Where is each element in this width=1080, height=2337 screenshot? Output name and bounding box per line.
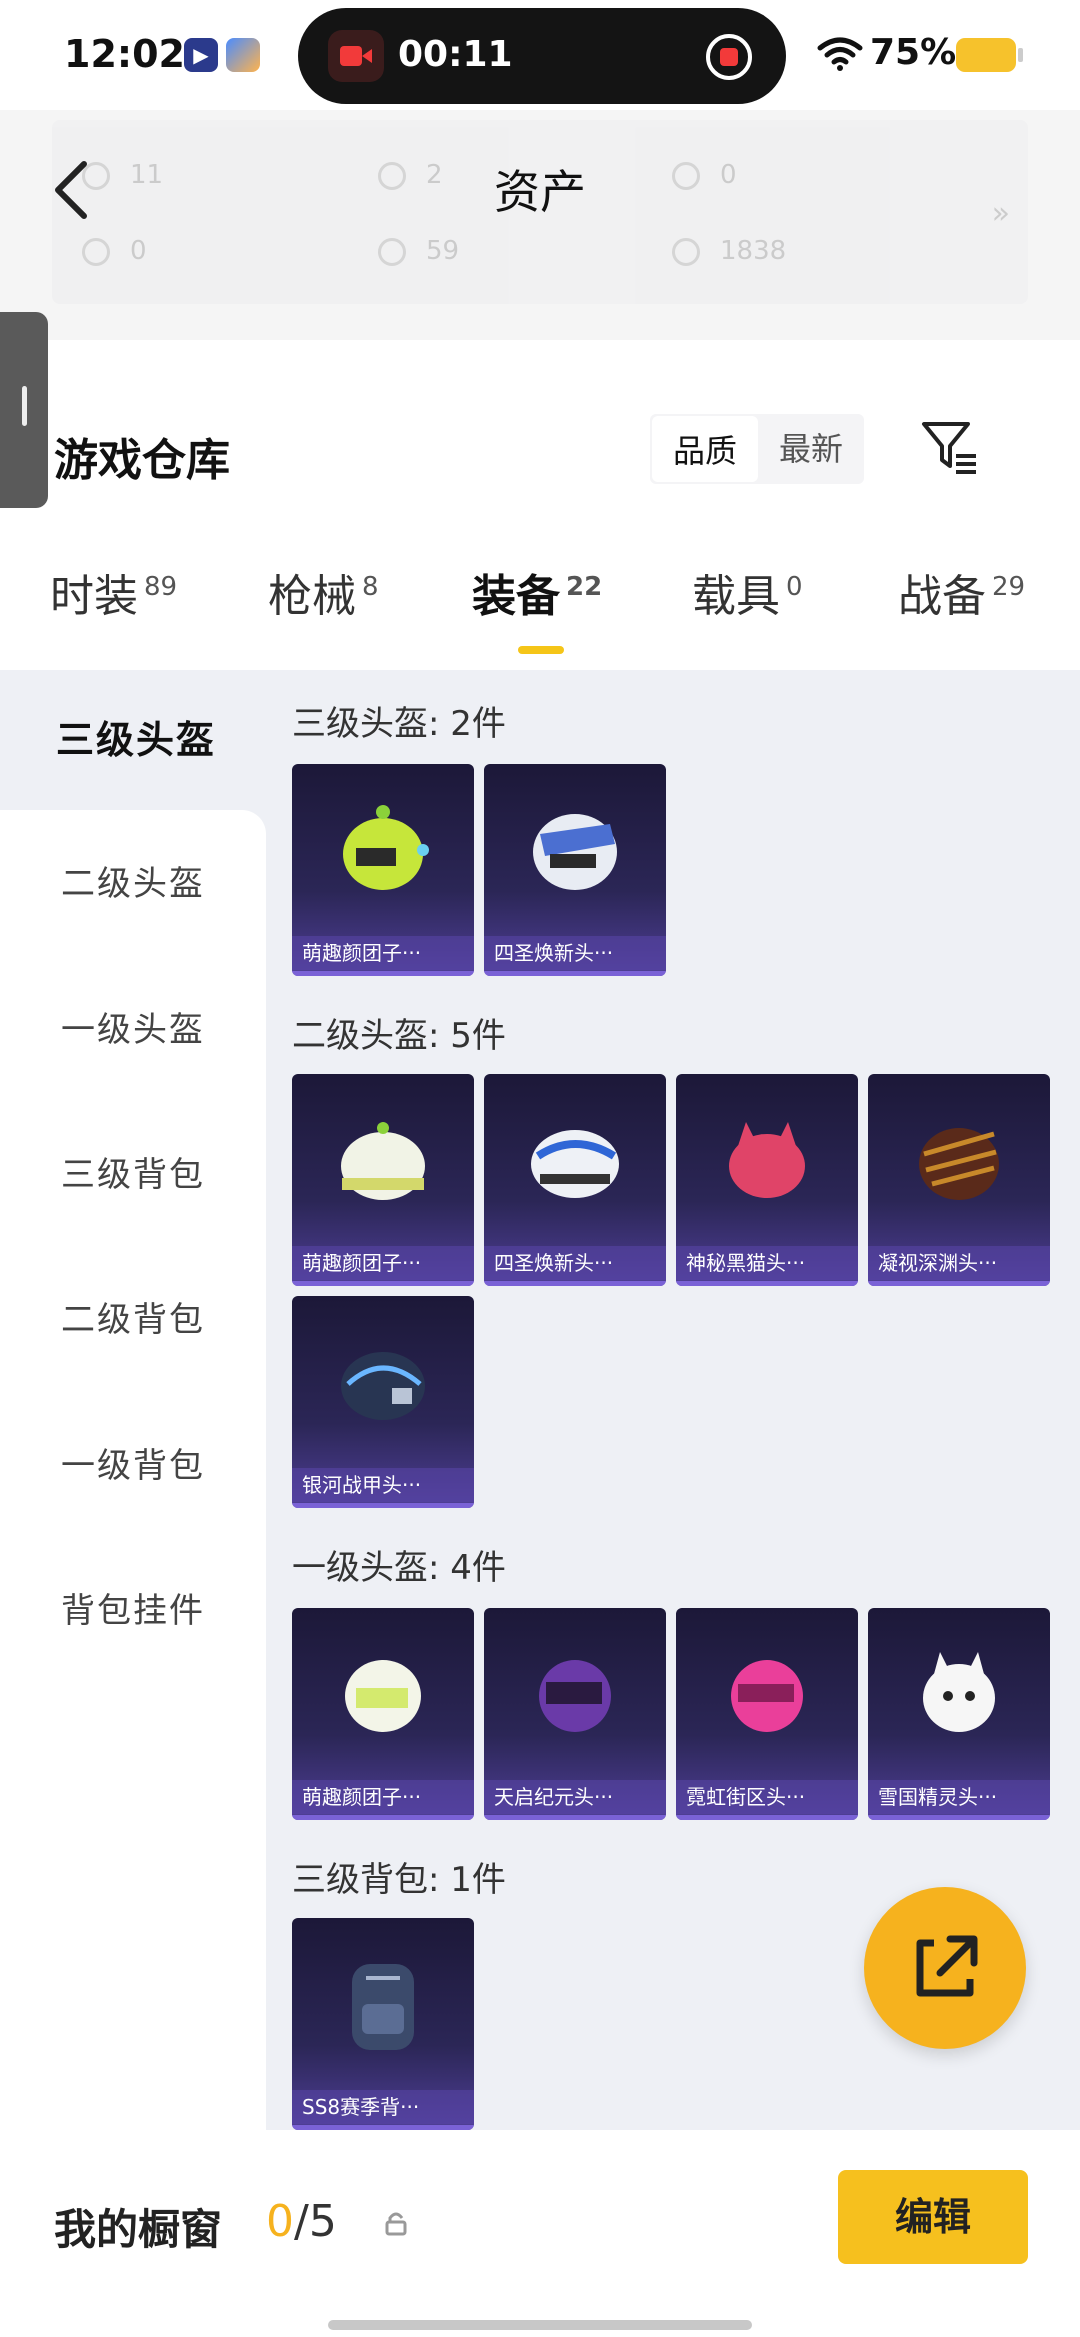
item-name: 神秘黑猫头··· bbox=[676, 1246, 858, 1280]
sidebar-item-backpack-charm[interactable]: 背包挂件 bbox=[0, 1583, 266, 1632]
screen-recording-pill[interactable]: 00:11 bbox=[298, 8, 786, 104]
tab-fashion[interactable]: 时装 89 bbox=[50, 560, 177, 624]
showcase-label: 我的橱窗 bbox=[54, 2205, 223, 2254]
item-card[interactable]: 萌趣颜团子··· bbox=[292, 1074, 474, 1286]
floating-side-handle[interactable] bbox=[0, 312, 48, 508]
item-card[interactable]: 天启纪元头··· bbox=[484, 1608, 666, 1820]
section-title: 三级头盔: 2件 bbox=[292, 704, 506, 744]
sidebar: 三级头盔 二级头盔 一级头盔 三级背包 二级背包 一级背包 背包挂件 bbox=[0, 670, 266, 2130]
helmet-icon bbox=[923, 1652, 995, 1732]
external-link-icon bbox=[916, 1935, 978, 1997]
coin-icon bbox=[672, 237, 700, 266]
section-title: 二级头盔: 5件 bbox=[292, 1016, 506, 1056]
asset-item: 59 bbox=[378, 236, 459, 266]
warehouse-title: 游戏仓库 bbox=[54, 435, 230, 486]
item-card[interactable]: SS8赛季背··· bbox=[292, 1918, 474, 2130]
helmet-icon bbox=[919, 1128, 999, 1200]
tab-combat-gear[interactable]: 战备 29 bbox=[898, 560, 1025, 624]
tab-equipment[interactable]: 装备 22 bbox=[472, 560, 602, 624]
helmet-icon bbox=[345, 1660, 421, 1732]
active-tab-indicator bbox=[518, 646, 564, 654]
tab-firearms[interactable]: 枪械 8 bbox=[268, 560, 379, 624]
edit-button[interactable]: 编辑 bbox=[838, 2170, 1028, 2264]
coin-icon bbox=[82, 237, 110, 266]
asset-item: 1838 bbox=[672, 236, 786, 266]
sort-quality-button[interactable]: 品质 bbox=[652, 416, 758, 482]
battery-icon bbox=[956, 38, 1023, 72]
asset-item: 0 bbox=[82, 236, 147, 266]
item-card[interactable]: 雪国精灵头··· bbox=[868, 1608, 1050, 1820]
helmet-icon bbox=[539, 1660, 611, 1732]
sidebar-item-level1-backpack[interactable]: 一级背包 bbox=[0, 1438, 266, 1487]
coin-icon bbox=[378, 237, 406, 266]
filter-icon[interactable] bbox=[918, 414, 982, 478]
item-name: 凝视深渊头··· bbox=[868, 1246, 1050, 1280]
tab-vehicles[interactable]: 载具 0 bbox=[692, 560, 803, 624]
item-name: SS8赛季背··· bbox=[292, 2090, 474, 2124]
video-app-icon: ▶ bbox=[184, 38, 218, 72]
item-card[interactable]: 银河战甲头··· bbox=[292, 1296, 474, 1508]
section-title: 一级头盔: 4件 bbox=[292, 1548, 506, 1588]
helmet-icon bbox=[731, 1660, 803, 1732]
item-card[interactable]: 萌趣颜团子··· bbox=[292, 1608, 474, 1820]
helmet-icon bbox=[531, 1130, 619, 1198]
item-name: 四圣焕新头··· bbox=[484, 1246, 666, 1280]
share-button[interactable] bbox=[864, 1887, 1026, 2049]
sidebar-item-level1-helmet[interactable]: 一级头盔 bbox=[0, 1002, 266, 1051]
status-bar: 12:02 ▶ 00:11 75% bbox=[0, 0, 1080, 110]
item-name: 霓虹街区头··· bbox=[676, 1780, 858, 1814]
lock-icon bbox=[385, 2212, 407, 2236]
helmet-icon bbox=[533, 814, 617, 890]
helmet-icon bbox=[729, 1122, 805, 1198]
status-time: 12:02 bbox=[64, 32, 185, 76]
item-name: 银河战甲头··· bbox=[292, 1468, 474, 1502]
item-card[interactable]: 四圣焕新头··· bbox=[484, 764, 666, 976]
chevron-right-icon[interactable]: » bbox=[992, 196, 1010, 231]
home-indicator[interactable] bbox=[328, 2320, 752, 2330]
video-camera-icon bbox=[328, 30, 384, 82]
sidebar-item-level2-helmet[interactable]: 二级头盔 bbox=[0, 856, 266, 905]
header: 11 2 0 0 59 1838 资产 » bbox=[0, 110, 1080, 340]
item-card[interactable]: 凝视深渊头··· bbox=[868, 1074, 1050, 1286]
sidebar-item-level2-backpack[interactable]: 二级背包 bbox=[0, 1292, 266, 1341]
page-title: 资产 bbox=[494, 165, 586, 219]
item-card[interactable]: 四圣焕新头··· bbox=[484, 1074, 666, 1286]
item-name: 四圣焕新头··· bbox=[484, 936, 666, 970]
item-name: 天启纪元头··· bbox=[484, 1780, 666, 1814]
sidebar-list: 二级头盔 一级头盔 三级背包 二级背包 一级背包 背包挂件 bbox=[0, 810, 266, 2130]
backpack-icon bbox=[352, 1964, 414, 2050]
sort-newest-button[interactable]: 最新 bbox=[758, 414, 864, 484]
item-name: 萌趣颜团子··· bbox=[292, 936, 474, 970]
bottom-bar: 我的橱窗 0/5 编辑 bbox=[0, 2130, 1080, 2337]
category-tabs: 时装 89 枪械 8 装备 22 载具 0 战备 29 bbox=[0, 550, 1080, 660]
wifi-icon bbox=[817, 37, 863, 71]
battery-percent: 75% bbox=[870, 32, 957, 73]
item-card[interactable]: 萌趣颜团子··· bbox=[292, 764, 474, 976]
item-name: 萌趣颜团子··· bbox=[292, 1780, 474, 1814]
app-notification-icon bbox=[226, 38, 260, 72]
section-title: 三级背包: 1件 bbox=[292, 1860, 506, 1900]
helmet-icon bbox=[341, 1122, 425, 1200]
sidebar-item-level3-backpack[interactable]: 三级背包 bbox=[0, 1147, 266, 1196]
item-card[interactable]: 霓虹街区头··· bbox=[676, 1608, 858, 1820]
helmet-icon bbox=[343, 805, 429, 890]
stop-recording-icon[interactable] bbox=[706, 34, 752, 80]
sidebar-item-level3-helmet[interactable]: 三级头盔 bbox=[0, 670, 266, 810]
item-name: 雪国精灵头··· bbox=[868, 1780, 1050, 1814]
sort-toggle: 品质 最新 bbox=[650, 414, 864, 484]
item-name: 萌趣颜团子··· bbox=[292, 1246, 474, 1280]
helmet-icon bbox=[341, 1352, 425, 1420]
showcase-count: 0/5 bbox=[266, 2196, 337, 2247]
item-card[interactable]: 神秘黑猫头··· bbox=[676, 1074, 858, 1286]
recording-time: 00:11 bbox=[398, 34, 513, 75]
